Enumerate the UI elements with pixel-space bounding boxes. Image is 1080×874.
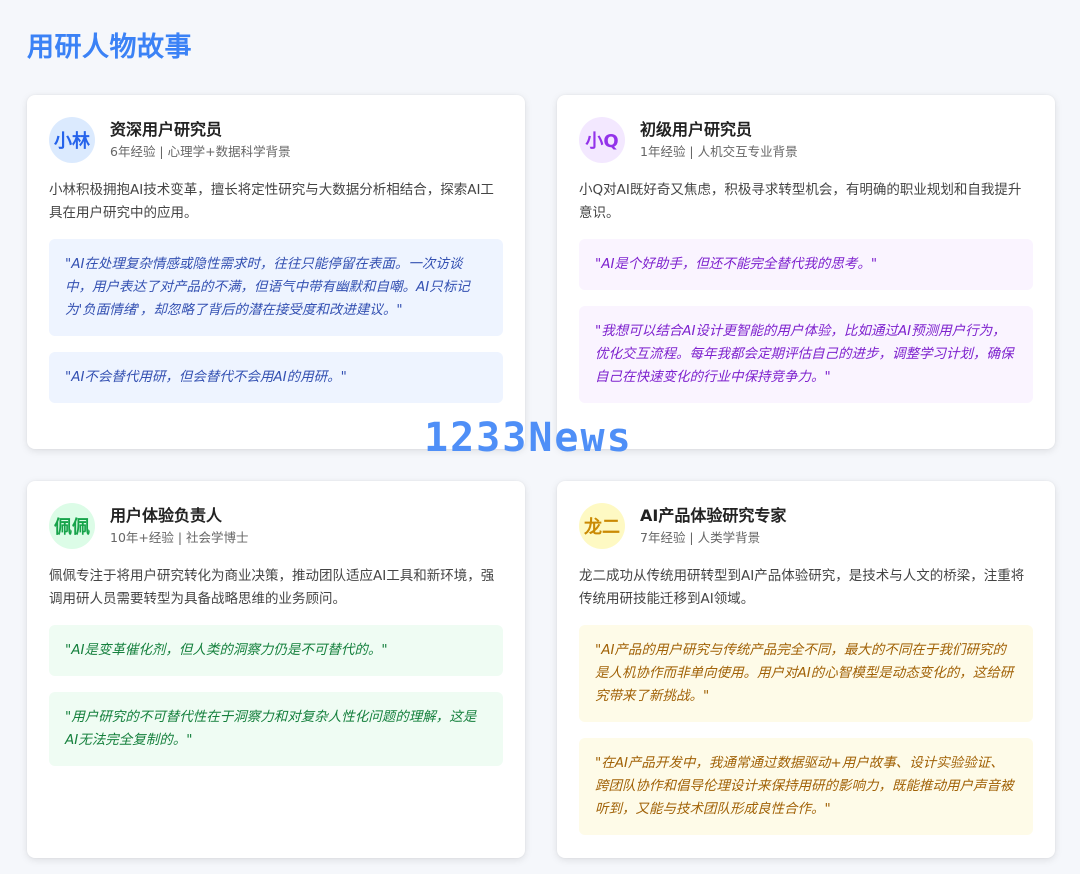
person-description: 小Q对AI既好奇又焦虑，积极寻求转型机会，有明确的职业规划和自我提升意识。	[579, 182, 1022, 221]
person-description: 佩佩专注于将用户研究转化为商业决策，推动团队适应AI工具和新环境，强调用研人员需…	[49, 568, 495, 607]
quote-block: "AI不会替代用研，但会替代不会用AI的用研。"	[49, 352, 503, 403]
person-info: 用户体验负责人 10年+经验 | 社会学博士	[110, 505, 249, 547]
persona-card-xiaolin: 小林 资深用户研究员 6年经验 | 心理学+数据科学背景 小林积极拥抱AI技术变…	[27, 95, 525, 449]
card-header: 小林 资深用户研究员 6年经验 | 心理学+数据科学背景	[49, 117, 503, 163]
persona-card-longer: 龙二 AI产品体验研究专家 7年经验 | 人类学背景 龙二成功从传统用研转型到A…	[557, 481, 1055, 858]
avatar: 佩佩	[49, 503, 95, 549]
avatar: 小林	[49, 117, 95, 163]
person-title: 初级用户研究员	[640, 120, 753, 139]
person-info: 初级用户研究员 1年经验 | 人机交互专业背景	[640, 119, 798, 161]
person-meta: 10年+经验 | 社会学博士	[110, 530, 249, 545]
person-description: 龙二成功从传统用研转型到AI产品体验研究，是技术与人文的桥梁，注重将传统用研技能…	[579, 568, 1025, 607]
persona-card-peipei: 佩佩 用户体验负责人 10年+经验 | 社会学博士 佩佩专注于将用户研究转化为商…	[27, 481, 525, 858]
person-info: AI产品体验研究专家 7年经验 | 人类学背景	[640, 505, 786, 547]
person-title: 资深用户研究员	[110, 120, 223, 139]
quote-block: "AI是变革催化剂，但人类的洞察力仍是不可替代的。"	[49, 625, 503, 676]
person-title: 用户体验负责人	[110, 506, 223, 525]
avatar: 龙二	[579, 503, 625, 549]
quote-block: "我想可以结合AI设计更智能的用户体验，比如通过AI预测用户行为，优化交互流程。…	[579, 306, 1033, 403]
card-header: 龙二 AI产品体验研究专家 7年经验 | 人类学背景	[579, 503, 1033, 549]
card-header: 佩佩 用户体验负责人 10年+经验 | 社会学博士	[49, 503, 503, 549]
persona-card-xiaoq: 小Q 初级用户研究员 1年经验 | 人机交互专业背景 小Q对AI既好奇又焦虑，积…	[557, 95, 1055, 449]
quote-block: "AI是个好助手，但还不能完全替代我的思考。"	[579, 239, 1033, 290]
card-header: 小Q 初级用户研究员 1年经验 | 人机交互专业背景	[579, 117, 1033, 163]
page-title: 用研人物故事	[27, 32, 192, 63]
quote-block: "在AI产品开发中，我通常通过数据驱动+用户故事、设计实验验证、跨团队协作和倡导…	[579, 738, 1033, 835]
person-meta: 1年经验 | 人机交互专业背景	[640, 144, 798, 159]
quote-block: "AI产品的用户研究与传统产品完全不同，最大的不同在于我们研究的是人机协作而非单…	[579, 625, 1033, 722]
quote-block: "用户研究的不可替代性在于洞察力和对复杂人性化问题的理解，这是AI无法完全复制的…	[49, 692, 503, 766]
avatar: 小Q	[579, 117, 625, 163]
person-meta: 6年经验 | 心理学+数据科学背景	[110, 144, 291, 159]
person-info: 资深用户研究员 6年经验 | 心理学+数据科学背景	[110, 119, 291, 161]
person-description: 小林积极拥抱AI技术变革，擅长将定性研究与大数据分析相结合，探索AI工具在用户研…	[49, 182, 494, 221]
persona-grid: 小林 资深用户研究员 6年经验 | 心理学+数据科学背景 小林积极拥抱AI技术变…	[27, 95, 1055, 858]
quote-block: "AI在处理复杂情感或隐性需求时，往往只能停留在表面。一次访谈中，用户表达了对产…	[49, 239, 503, 336]
person-title: AI产品体验研究专家	[640, 506, 787, 525]
person-meta: 7年经验 | 人类学背景	[640, 530, 761, 545]
